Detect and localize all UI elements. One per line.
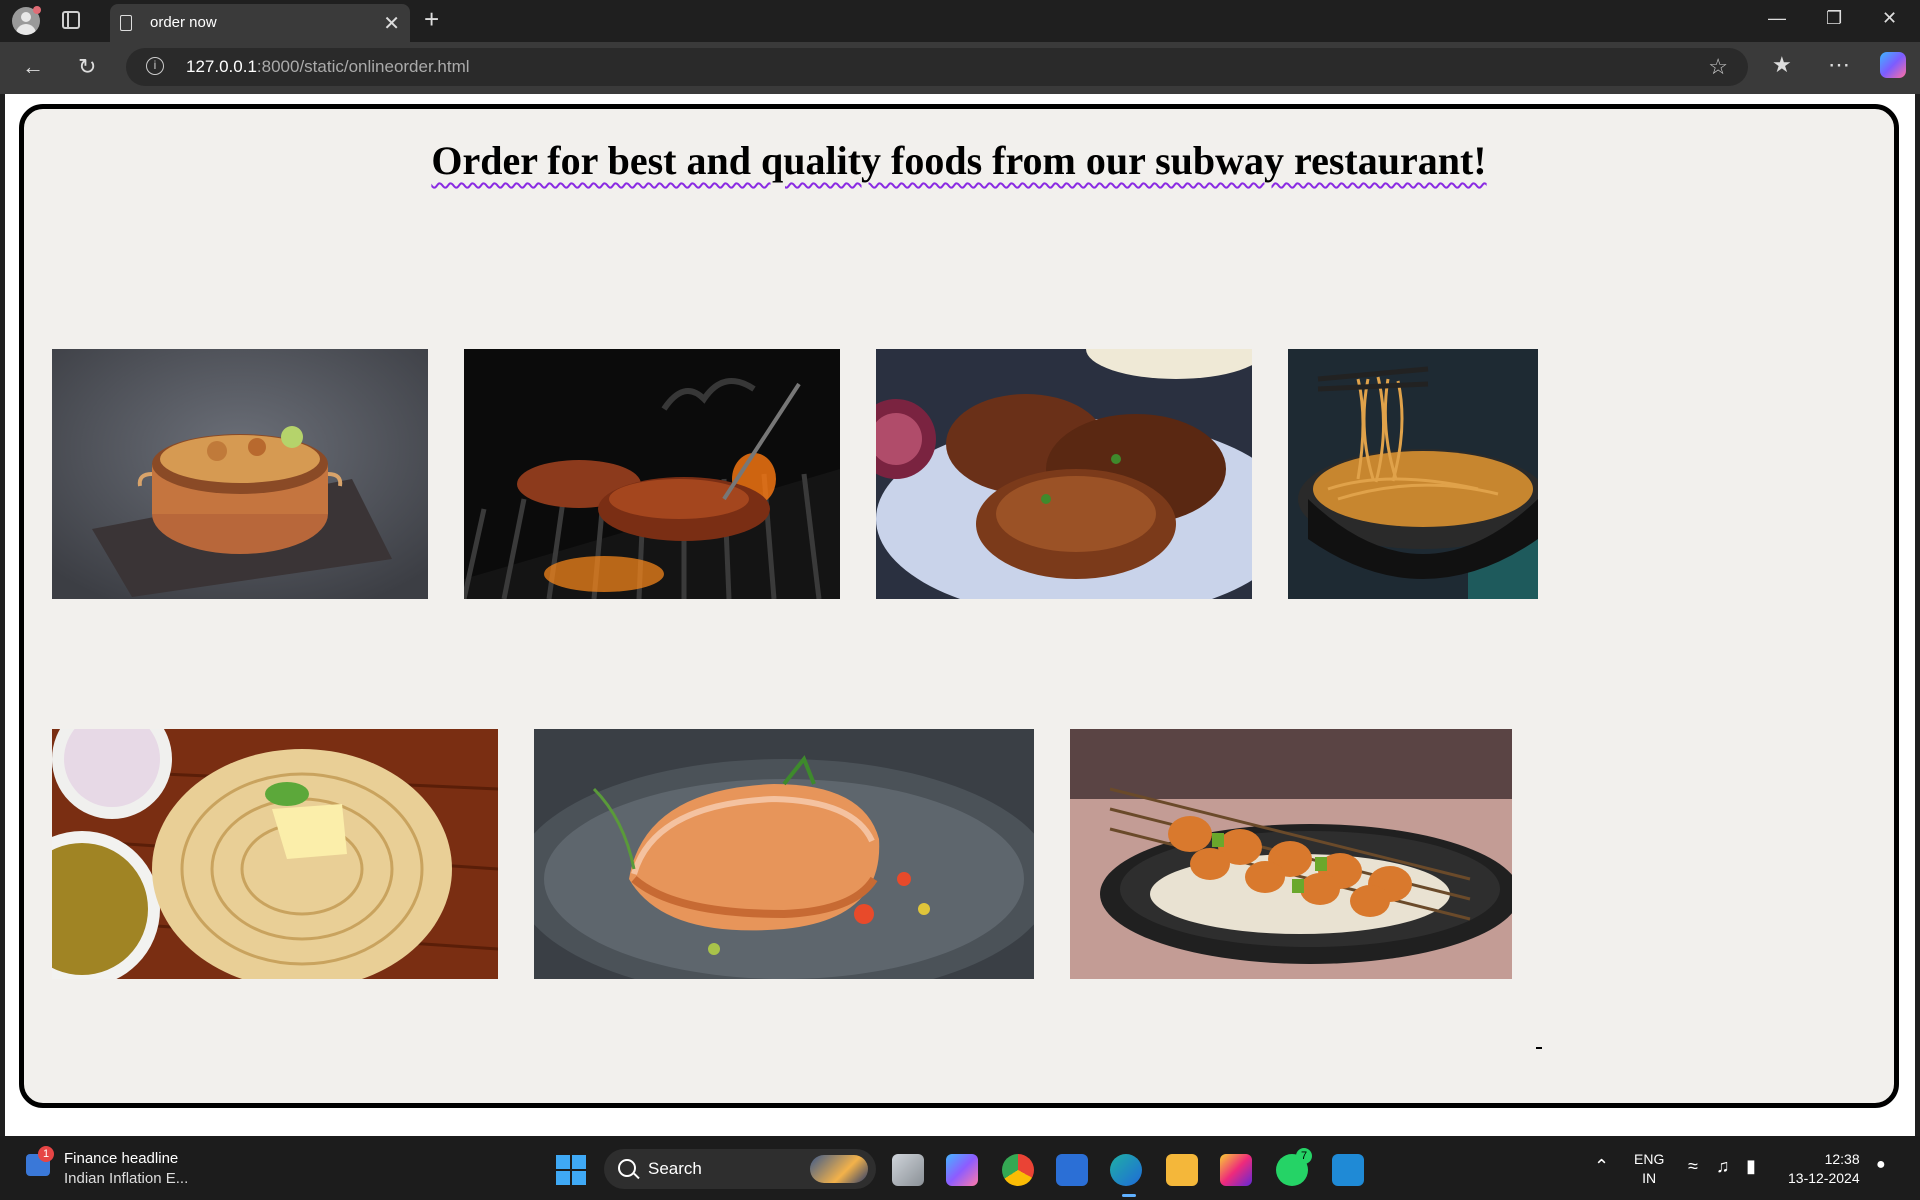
wifi-icon[interactable]: ≈ — [1688, 1156, 1698, 1177]
minimize-icon[interactable]: — — [1768, 8, 1786, 29]
task-view-icon[interactable] — [892, 1154, 924, 1186]
copilot-app-icon[interactable] — [946, 1154, 978, 1186]
taskbar: 1 Finance headline Indian Inflation E...… — [0, 1136, 1920, 1200]
new-tab-icon[interactable]: + — [424, 4, 439, 35]
tab-actions-icon[interactable] — [62, 11, 80, 29]
chrome-icon[interactable] — [1002, 1154, 1034, 1186]
edge-active-indicator — [1122, 1194, 1136, 1197]
fried-fish-image — [876, 349, 1252, 599]
search-label: Search — [648, 1159, 702, 1178]
notification-bell-icon[interactable]: ● — [1876, 1156, 1886, 1174]
page-title: Order for best and quality foods from ou… — [431, 138, 1487, 183]
copilot-icon[interactable] — [1880, 52, 1906, 78]
whatsapp-badge: 7 — [1296, 1148, 1312, 1164]
content-frame: Order for best and quality foods from ou… — [19, 104, 1899, 1108]
news-subtitle: Indian Inflation E... — [64, 1170, 189, 1187]
store-icon[interactable] — [1056, 1154, 1088, 1186]
window-close-icon[interactable]: ✕ — [1882, 8, 1897, 29]
tab-title: order now — [150, 14, 217, 31]
volume-icon[interactable]: ♫ — [1716, 1156, 1730, 1177]
salmon-image — [534, 729, 1034, 979]
clock[interactable]: 12:38 13-12-2024 — [1788, 1150, 1860, 1188]
reload-icon[interactable]: ↻ — [78, 54, 96, 80]
grilled-steak-image — [464, 349, 840, 599]
parotta-image — [52, 729, 498, 979]
vscode-icon[interactable] — [1332, 1154, 1364, 1186]
site-info-icon[interactable]: i — [146, 57, 164, 75]
page-viewport: Order for best and quality foods from ou… — [5, 94, 1915, 1136]
back-icon[interactable]: ← — [22, 54, 44, 80]
more-menu-icon[interactable]: ⋯ — [1828, 52, 1850, 78]
file-explorer-icon[interactable] — [1166, 1154, 1198, 1186]
news-headline: Finance headline — [64, 1150, 179, 1167]
search-highlight-icon — [810, 1155, 868, 1183]
tray-chevron-icon[interactable]: ⌃ — [1594, 1156, 1609, 1177]
favorites-icon[interactable]: ★ — [1772, 52, 1792, 78]
edge-icon[interactable] — [1110, 1154, 1142, 1186]
profile-notification-dot — [33, 6, 41, 14]
biryani-image — [52, 349, 428, 599]
instagram-icon[interactable] — [1220, 1154, 1252, 1186]
noodles-image — [1288, 349, 1538, 599]
page-icon — [120, 15, 132, 31]
url-host: 127.0.0.1:8000/static/onlineorder.html — [186, 57, 470, 76]
tab-close-icon[interactable]: ✕ — [383, 11, 400, 36]
stray-dash-text — [1536, 1047, 1542, 1049]
language-indicator[interactable]: ENG IN — [1634, 1150, 1664, 1188]
taskbar-search[interactable]: Search — [604, 1149, 876, 1189]
news-badge: 1 — [38, 1146, 54, 1162]
tab-order-now[interactable]: order now ✕ — [110, 4, 410, 42]
browser-toolbar: ← ↻ i 127.0.0.1:8000/static/onlineorder.… — [0, 42, 1920, 94]
address-bar[interactable]: i 127.0.0.1:8000/static/onlineorder.html… — [126, 48, 1748, 86]
restore-icon[interactable]: ❐ — [1826, 8, 1842, 29]
search-icon — [618, 1159, 636, 1177]
windows-start-icon[interactable] — [556, 1155, 586, 1185]
chicken-skewers-image — [1070, 729, 1512, 979]
favorite-star-icon[interactable]: ☆ — [1708, 54, 1728, 80]
battery-icon[interactable]: ▮ — [1746, 1156, 1756, 1177]
tab-bar: order now ✕ + — ❐ ✕ — [0, 0, 1920, 42]
